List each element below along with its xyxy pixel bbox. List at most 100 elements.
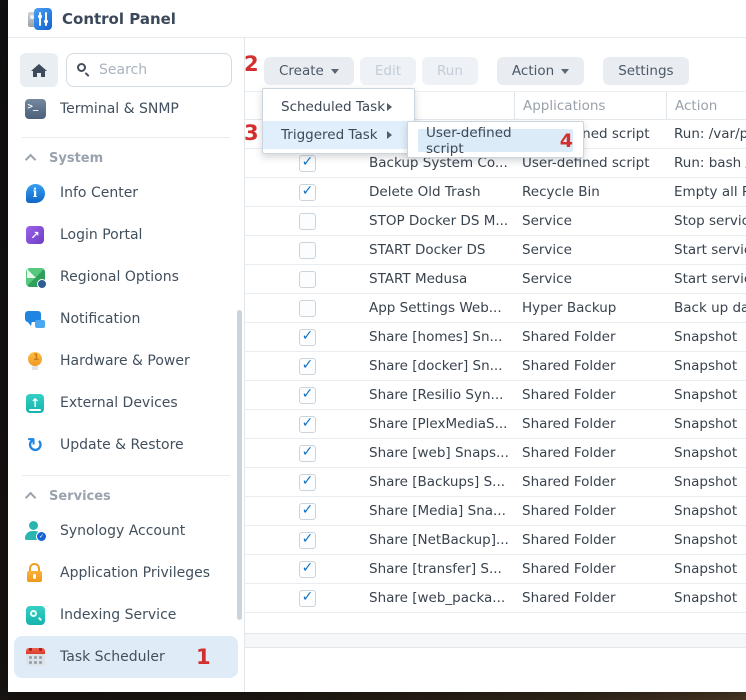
task-name: START Medusa [369, 265, 514, 293]
sidebar-divider [22, 137, 230, 138]
table-row[interactable]: START MedusaServiceStart servic [245, 265, 746, 294]
task-application: Shared Folder [514, 439, 666, 467]
checkbox-unchecked[interactable] [299, 242, 316, 259]
table-row[interactable]: Share [Resilio Syn...Shared FolderSnapsh… [245, 381, 746, 410]
sidebar-scrollbar[interactable] [237, 310, 242, 620]
sidebar-item-application-privileges[interactable]: Application Privileges [14, 552, 238, 594]
header-applications[interactable]: Applications [514, 92, 666, 119]
checkbox-unchecked[interactable] [299, 213, 316, 230]
sidebar-item-task-scheduler[interactable]: Task Scheduler1 [14, 636, 238, 678]
checkbox-checked[interactable] [299, 590, 316, 607]
task-application: Service [514, 236, 666, 264]
sidebar-item-notification[interactable]: Notification [14, 298, 238, 340]
checkbox-checked[interactable] [299, 184, 316, 201]
task-application: Hyper Backup [514, 294, 666, 322]
table-row[interactable]: App Settings Web...Hyper BackupBack up d… [245, 294, 746, 323]
task-application: Shared Folder [514, 497, 666, 525]
checkbox-checked[interactable] [299, 561, 316, 578]
sidebar-item-label: External Devices [60, 395, 178, 411]
task-application: Shared Folder [514, 410, 666, 438]
table-row[interactable]: Share [Media] Sna...Shared FolderSnapsho… [245, 497, 746, 526]
title-bar: Control Panel [8, 0, 746, 38]
sidebar-item-info-center[interactable]: i Info Center [14, 172, 238, 214]
menu-item-triggered-task[interactable]: Triggered Task [263, 121, 414, 149]
sidebar-item-external-devices[interactable]: ↑ External Devices [14, 382, 238, 424]
task-action: Run: bash / [666, 149, 746, 177]
sidebar-section-services[interactable]: Services [14, 482, 238, 510]
checkbox-checked[interactable] [299, 503, 316, 520]
control-panel-icon [28, 8, 52, 30]
sidebar-item-hardware-power[interactable]: Hardware & Power [14, 340, 238, 382]
table-row[interactable]: Share [web] Snaps...Shared FolderSnapsho… [245, 439, 746, 468]
task-action: Start servic [666, 236, 746, 264]
checkbox-checked[interactable] [299, 532, 316, 549]
checkbox-checked[interactable] [299, 474, 316, 491]
task-name: Share [web_packa... [369, 584, 514, 612]
sidebar-item-synology-account[interactable]: ✓Synology Account [14, 510, 238, 552]
checkbox-checked[interactable] [299, 387, 316, 404]
sidebar-item-indexing-service[interactable]: Indexing Service [14, 594, 238, 636]
task-name: Share [Resilio Syn... [369, 381, 514, 409]
table-row[interactable]: Share [docker] Sn...Shared FolderSnapsho… [245, 352, 746, 381]
task-table: Applications Action User-defined scriptR… [245, 91, 746, 648]
table-row[interactable]: STOP Docker DS M...ServiceStop servic [245, 207, 746, 236]
hardware-power-icon [24, 350, 46, 372]
sidebar-item-terminal-snmp[interactable]: >_Terminal & SNMP [14, 90, 238, 128]
create-button[interactable]: Create [264, 57, 354, 85]
arrow-right-icon [387, 131, 392, 139]
table-row[interactable]: Share [web_packa...Shared FolderSnapshot [245, 584, 746, 613]
run-button: Run [422, 57, 478, 85]
synology-account-icon: ✓ [24, 520, 46, 542]
terminal-icon: >_ [24, 98, 46, 120]
task-action: Start servic [666, 265, 746, 293]
chevron-up-icon [25, 492, 36, 503]
task-application: Service [514, 207, 666, 235]
home-button[interactable] [20, 53, 58, 87]
task-name: Share [Backups] S... [369, 468, 514, 496]
external-devices-icon: ↑ [24, 392, 46, 414]
task-action: Snapshot [666, 526, 746, 554]
arrow-right-icon [387, 103, 392, 111]
menu-item-user-defined-script[interactable]: User-defined script 4 [418, 129, 573, 152]
action-button[interactable]: Action [497, 57, 584, 85]
menu-item-scheduled-task[interactable]: Scheduled Task [263, 93, 414, 121]
table-row[interactable]: START Docker DSServiceStart servic [245, 236, 746, 265]
search-box[interactable] [66, 53, 232, 87]
home-icon [31, 64, 47, 77]
settings-button[interactable]: Settings [603, 57, 688, 85]
task-action: Snapshot [666, 323, 746, 351]
sidebar-item-login-portal[interactable]: ↗Login Portal [14, 214, 238, 256]
info-center-icon: i [24, 182, 46, 204]
checkbox-checked[interactable] [299, 329, 316, 346]
create-dropdown-menu: Scheduled Task Triggered Task [262, 88, 415, 154]
sidebar-item-label: Info Center [60, 185, 138, 201]
table-row[interactable]: Share [homes] Sn...Shared FolderSnapshot [245, 323, 746, 352]
menu-item-label: Scheduled Task [281, 99, 385, 115]
checkbox-checked[interactable] [299, 358, 316, 375]
sidebar-section-system[interactable]: System [14, 144, 238, 172]
checkbox-unchecked[interactable] [299, 300, 316, 317]
sidebar-item-label: Login Portal [60, 227, 142, 243]
sidebar-item-regional-options[interactable]: Regional Options [14, 256, 238, 298]
button-label: Run [437, 63, 463, 79]
section-label: System [49, 151, 103, 166]
table-row[interactable]: Delete Old TrashRecycle BinEmpty all R [245, 178, 746, 207]
list-footer-bar [245, 633, 746, 648]
checkbox-checked[interactable] [299, 155, 316, 172]
annotation-step-3: 3 [244, 121, 259, 145]
header-action[interactable]: Action [666, 92, 746, 119]
annotation-step-1: 1 [196, 645, 211, 669]
table-row[interactable]: Share [Backups] S...Shared FolderSnapsho… [245, 468, 746, 497]
task-application: Shared Folder [514, 555, 666, 583]
sidebar-item-update-restore[interactable]: ↻Update & Restore [14, 424, 238, 466]
search-input[interactable] [99, 62, 221, 78]
table-row[interactable]: Share [PlexMediaS...Shared FolderSnapsho… [245, 410, 746, 439]
task-name: Share [web] Snaps... [369, 439, 514, 467]
checkbox-checked[interactable] [299, 416, 316, 433]
table-row[interactable]: Share [NetBackup]...Shared FolderSnapsho… [245, 526, 746, 555]
chevron-up-icon [25, 154, 36, 165]
button-label: Edit [375, 63, 401, 79]
checkbox-unchecked[interactable] [299, 271, 316, 288]
table-row[interactable]: Share [transfer] S...Shared FolderSnapsh… [245, 555, 746, 584]
checkbox-checked[interactable] [299, 445, 316, 462]
